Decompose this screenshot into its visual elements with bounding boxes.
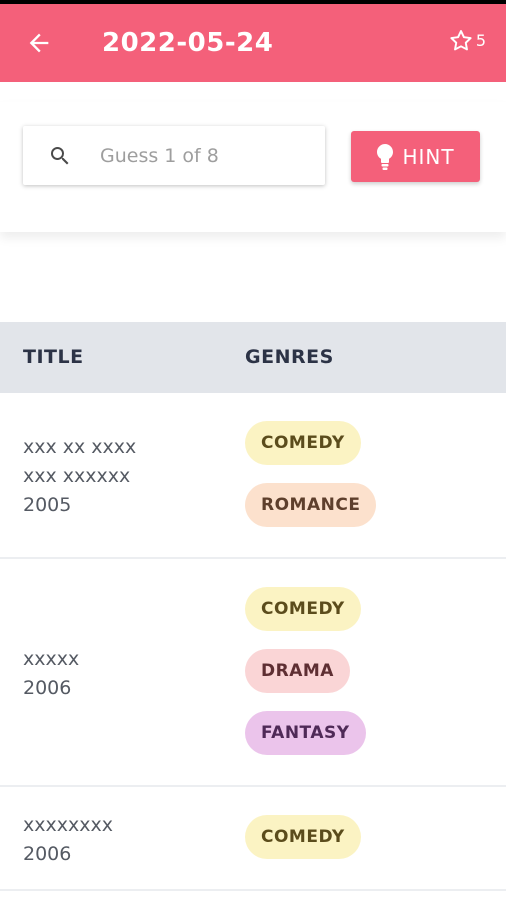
genre-chip: DRAMA xyxy=(245,649,350,693)
table-row: xxxxx 2006 COMEDY DRAMA FANTASY xyxy=(0,559,506,787)
table-row: xxx xx xxxx xxx xxxxxx 2005 COMEDY ROMAN… xyxy=(0,393,506,559)
movie-title-line: xxxxxxxx xyxy=(23,814,113,836)
genre-chip: COMEDY xyxy=(245,421,361,465)
back-button[interactable] xyxy=(22,26,56,60)
movie-year: 2006 xyxy=(23,843,72,865)
lightbulb-icon xyxy=(377,143,394,170)
app-bar: 2022-05-24 5 xyxy=(0,4,506,82)
guess-panel: Guess 1 of 8 HINT xyxy=(0,102,506,232)
search-icon xyxy=(51,147,69,165)
arrow-left-icon xyxy=(29,33,49,53)
star-outline-icon xyxy=(450,30,472,51)
movie-year: 2006 xyxy=(23,677,72,699)
star-count: 5 xyxy=(475,31,486,50)
movie-title-cell: xxx xx xxxx xxx xxxxxx 2005 xyxy=(23,433,136,520)
movie-title-line: xxx xxxxxx xyxy=(23,465,131,487)
table-row: xxxxxxxx 2006 COMEDY xyxy=(0,787,506,891)
column-header-genres: GENRES xyxy=(245,346,334,368)
column-header-title: TITLE xyxy=(23,346,84,368)
genre-chip: COMEDY xyxy=(245,815,361,859)
hint-label: HINT xyxy=(402,144,455,169)
movie-title-line: xxxxx xyxy=(23,648,80,670)
favorites-button[interactable]: 5 xyxy=(448,28,486,54)
search-input[interactable]: Guess 1 of 8 xyxy=(23,126,325,185)
hint-button[interactable]: HINT xyxy=(351,131,480,182)
genre-chip: COMEDY xyxy=(245,587,361,631)
movie-year: 2005 xyxy=(23,494,72,516)
movie-title-line: xxx xx xxxx xyxy=(23,436,137,458)
genre-chip: ROMANCE xyxy=(245,483,377,527)
search-placeholder: Guess 1 of 8 xyxy=(100,145,219,167)
table-header: TITLE GENRES xyxy=(0,322,506,393)
page-title: 2022-05-24 xyxy=(102,28,274,58)
movie-title-cell: xxxxx 2006 xyxy=(23,645,79,703)
genre-chip: FANTASY xyxy=(245,711,366,755)
movie-title-cell: xxxxxxxx 2006 xyxy=(23,811,113,869)
